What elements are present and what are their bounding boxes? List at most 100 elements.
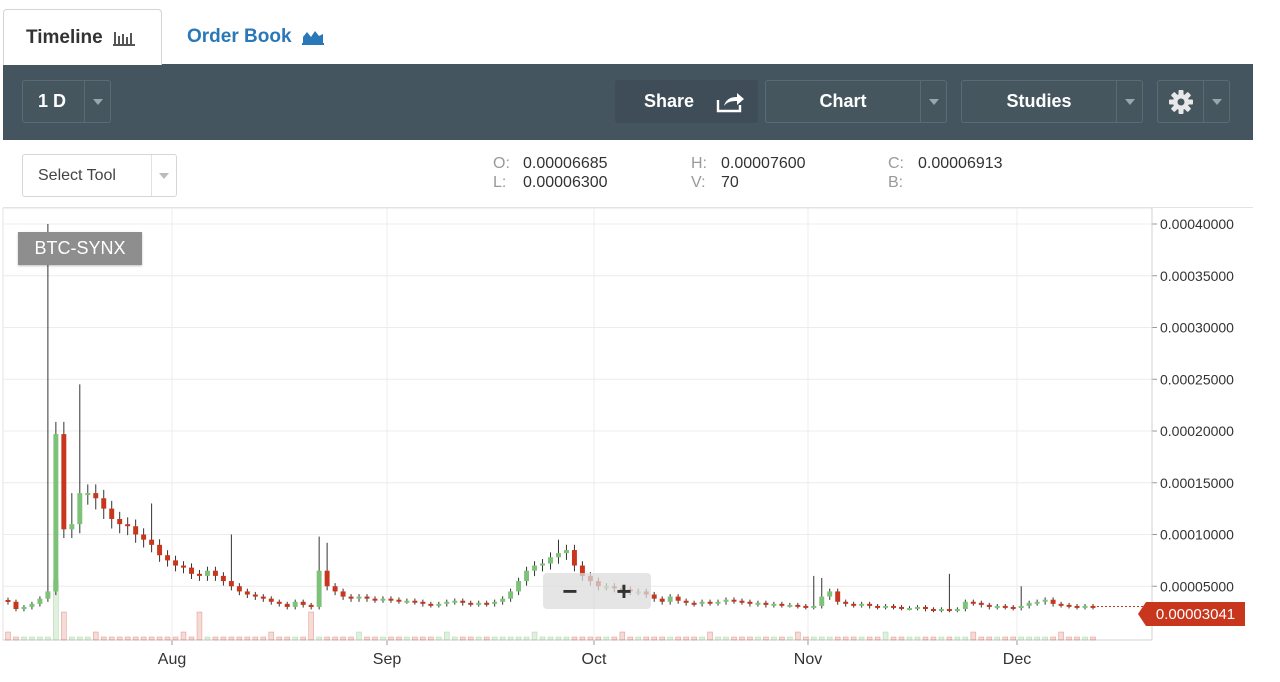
volume-bar [659,636,665,641]
x-tick-label: Oct [582,651,607,668]
candle-body [173,560,179,566]
candle-body [364,596,370,599]
select-tool-label: Select Tool [38,166,116,184]
chevron-down-icon[interactable] [84,81,110,122]
candle-body [970,601,976,604]
period-dropdown[interactable]: 1 D [22,80,111,123]
volume-bar [172,636,179,641]
candle-body [859,603,865,606]
close-label: C: [888,155,904,172]
volume-bar [930,636,937,641]
volume-bar [914,636,921,641]
candle-body [404,600,410,603]
volume-bar [571,636,578,641]
chart-canvas[interactable]: 0.00005000 0.00010000 0.00015000 0.00020000… [0,208,1280,682]
volume-bar [300,636,306,641]
studies-dropdown[interactable]: Studies [961,80,1143,123]
volume-bar [579,636,586,641]
volume-bar [858,636,865,641]
volume-bar [116,636,123,641]
volume-bar [284,636,291,641]
tab-timeline[interactable]: Timeline [3,9,162,65]
volume-bar [37,636,43,641]
volume-bar [132,636,139,641]
candle-body [21,606,27,610]
volume-bar [148,636,155,641]
chart-type-dropdown[interactable]: Chart [765,80,947,123]
tab-order-book-label: Order Book [187,26,292,47]
volume-bar [1010,636,1016,641]
candle-body [891,605,897,608]
volume-bar [954,636,961,641]
candle-body [117,518,123,525]
volume-bar [707,631,713,641]
volume-bar [13,636,19,641]
candle-body [396,599,402,602]
candle-body [739,600,745,603]
period-label: 1 D [38,91,67,111]
candle-body [851,603,857,606]
chevron-down-icon[interactable] [151,155,176,196]
candle-body [556,553,561,558]
volume-bar [396,636,402,641]
gear-icon[interactable] [1158,89,1203,115]
candle-body [675,596,681,601]
candle-body [300,601,306,605]
select-tool-dropdown[interactable]: Select Tool [22,154,177,197]
candle-body [723,599,729,602]
candle-body [787,604,793,607]
y-tick-label: 0.00020000 [1160,423,1234,439]
price-chart[interactable]: 0.00005000 0.00010000 0.00015000 0.00020000… [0,208,1280,682]
candle-body [29,603,35,607]
candle-body [236,586,242,592]
candle-body [244,591,250,595]
volume-bar [523,636,530,641]
candle-body [883,605,889,608]
candle-body [1010,606,1016,609]
volume-bar [691,636,697,641]
volume-bar [340,636,346,641]
volume-bar [818,636,825,641]
chevron-down-icon[interactable] [1203,81,1229,122]
chart-toolbar: 1 D Share Chart Studies [3,64,1253,140]
volume-bar [61,611,67,641]
candle-body [907,607,912,610]
chevron-down-icon[interactable] [1116,81,1142,122]
candle-body [1042,599,1048,602]
volume-bar [643,636,650,641]
volume-bar [595,636,602,641]
y-tick-label: 0.00035000 [1160,268,1234,284]
candle-body [1002,605,1008,608]
y-tick-label: 0.00040000 [1160,216,1234,232]
volume-bar [874,636,881,641]
candle-body [69,524,75,530]
share-button[interactable]: Share [615,80,758,123]
volume-bar [244,636,251,641]
volume-bar [1050,636,1056,641]
candle-body [308,604,314,607]
candle-body [875,605,881,608]
candle-body [819,596,825,606]
volume-bar [962,636,969,641]
volume-bar [611,636,618,641]
zoom-in-icon[interactable]: + [616,576,631,607]
volume-bar [539,636,546,641]
candle-body [667,596,673,602]
candle-body [1058,603,1064,606]
candle-body [85,493,91,496]
y-tick-label: 0.00015000 [1160,475,1234,491]
chevron-down-icon[interactable] [920,81,946,122]
volume-bar [723,636,729,641]
candle-body [348,596,354,599]
y-tick-label: 0.00030000 [1160,320,1234,336]
candle-body [683,600,689,603]
volume-bar [45,636,51,641]
zoom-out-icon[interactable]: − [562,576,577,607]
bid-label: B: [888,174,904,191]
volume-bar [499,636,506,641]
volume-bar [755,636,761,641]
candle-body [45,591,51,599]
tab-order-book[interactable]: Order Book [187,9,324,65]
settings-dropdown[interactable] [1157,80,1230,123]
candle-body [332,586,338,592]
